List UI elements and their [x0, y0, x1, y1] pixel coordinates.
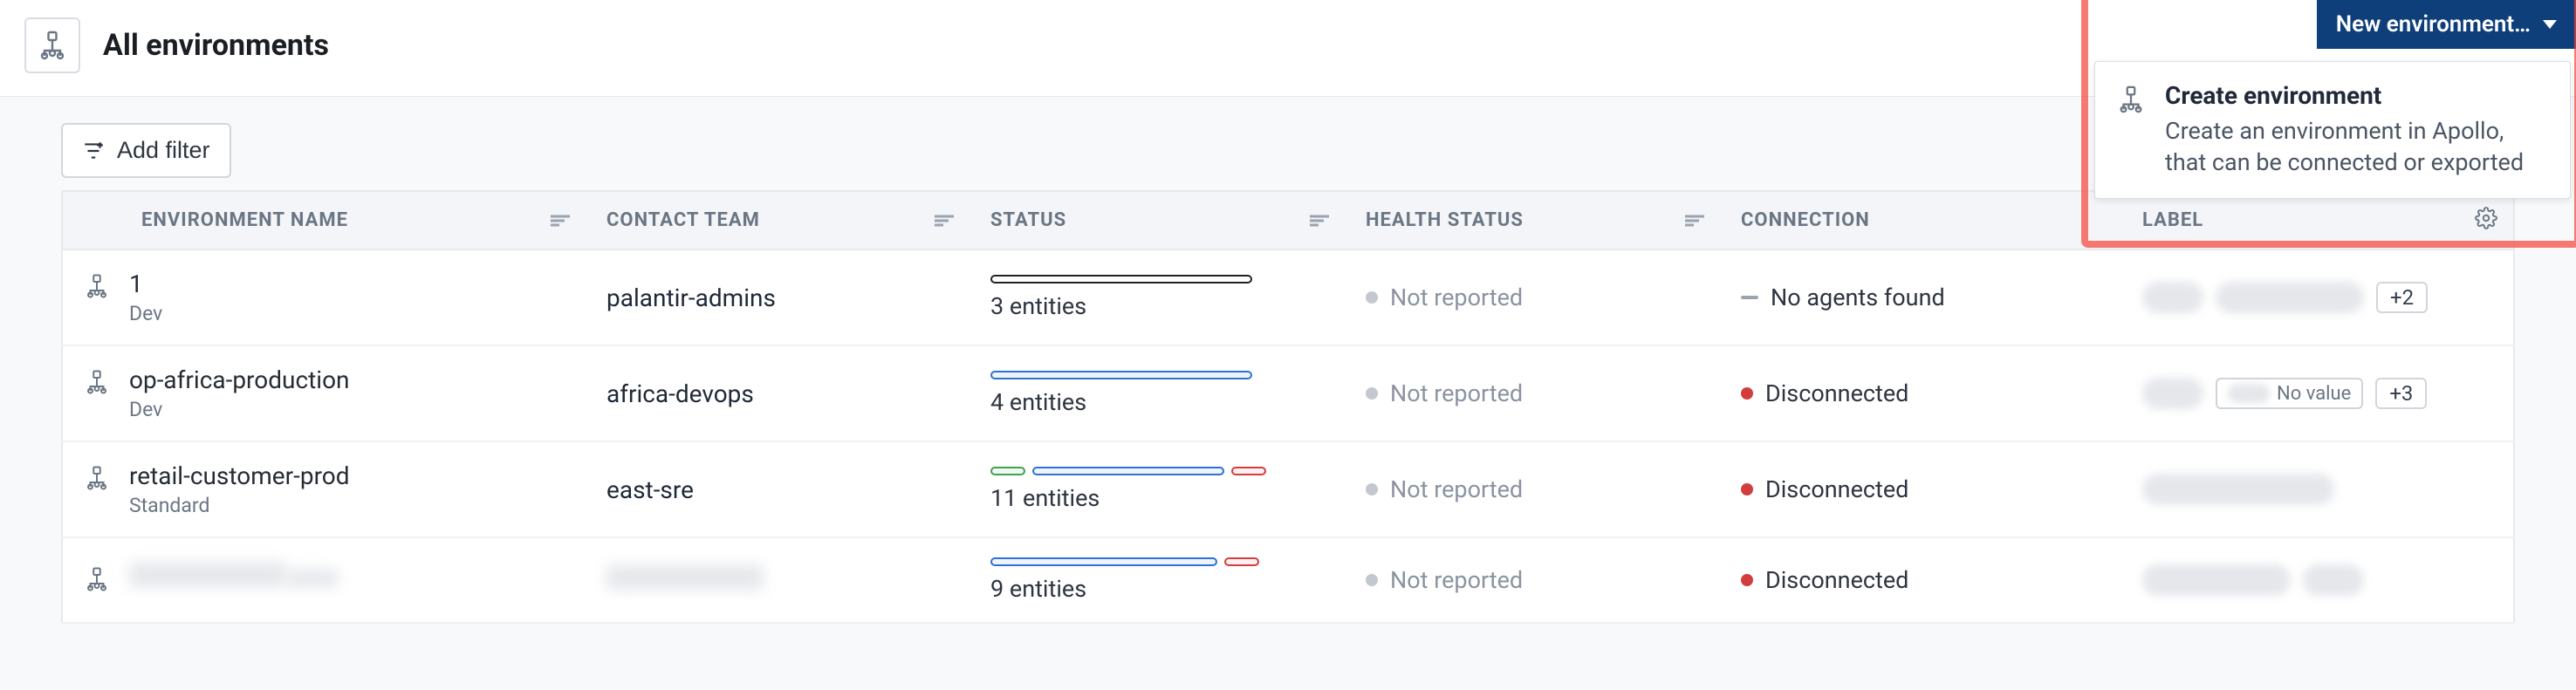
- status-segment: [990, 557, 1217, 566]
- connection-text: Disconnected: [1765, 475, 1908, 503]
- connection-text: Disconnected: [1765, 379, 1908, 407]
- chevron-down-icon: [2543, 20, 2557, 29]
- environment-icon: [84, 465, 110, 497]
- col-environment-name[interactable]: ENVIRONMENT NAME: [62, 191, 586, 249]
- env-name: op-africa-production: [129, 365, 350, 394]
- status-entities: 4 entities: [990, 388, 1324, 416]
- contact-team: east-sre: [606, 475, 694, 504]
- status-bar: [990, 557, 1324, 566]
- status-bar: [990, 371, 1324, 379]
- status-segment: [990, 371, 1252, 379]
- label-pill[interactable]: [2142, 282, 2203, 313]
- label-more[interactable]: +2: [2376, 282, 2428, 313]
- status-bar: [990, 275, 1324, 284]
- connection-text: Disconnected: [1765, 566, 1908, 594]
- health-status-text: Not reported: [1390, 284, 1523, 311]
- sort-icon: [935, 213, 954, 228]
- env-tier: Standard: [129, 494, 350, 517]
- env-tier: Dev: [129, 302, 162, 325]
- environment-icon: [84, 369, 110, 401]
- label-pill[interactable]: [2142, 474, 2334, 505]
- col-status[interactable]: STATUS: [969, 191, 1345, 249]
- table-row[interactable]: op-africa-production Dev africa-devops 4 en…: [62, 345, 2514, 441]
- sort-icon: [1685, 213, 1704, 228]
- health-status-text: Not reported: [1390, 475, 1523, 503]
- popover-title: Create environment: [2165, 81, 2549, 110]
- status-entities: 9 entities: [990, 575, 1324, 603]
- label-pill[interactable]: [2142, 378, 2203, 409]
- popover-description: Create an environment in Apollo, that ca…: [2165, 115, 2549, 179]
- env-name-redacted: [129, 563, 286, 587]
- col-label[interactable]: LABEL: [2121, 191, 2514, 249]
- add-filter-button[interactable]: Add filter: [61, 123, 231, 178]
- sort-icon: [551, 213, 570, 228]
- table-row[interactable]: 1 Dev palantir-admins 3 entities Not reporte…: [62, 249, 2514, 345]
- environment-icon: [2116, 85, 2146, 118]
- status-segment: [1224, 557, 1259, 566]
- label-more[interactable]: +3: [2375, 378, 2427, 409]
- env-tier: Dev: [129, 398, 350, 421]
- label-pill[interactable]: [2142, 564, 2291, 596]
- add-filter-label: Add filter: [117, 137, 210, 164]
- environment-icon: [84, 566, 110, 598]
- status-segment: [1231, 467, 1266, 475]
- new-environment-label: New environment…: [2336, 11, 2531, 38]
- health-status-text: Not reported: [1390, 566, 1523, 594]
- status-segment: [1032, 467, 1224, 475]
- status-segment: [990, 467, 1025, 475]
- environments-icon: [24, 17, 80, 73]
- page-header: All environments New environment… Create…: [0, 0, 2576, 97]
- col-connection[interactable]: CONNECTION: [1720, 191, 2121, 249]
- env-tier-redacted: [286, 570, 339, 587]
- health-dot-icon: [1366, 291, 1378, 304]
- page-title: All environments: [103, 28, 329, 63]
- health-dot-icon: [1366, 574, 1378, 586]
- gear-icon[interactable]: [2475, 207, 2497, 235]
- health-dot-icon: [1366, 483, 1378, 495]
- connection-dot-icon: [1741, 483, 1753, 495]
- health-status-text: Not reported: [1390, 379, 1523, 407]
- filter-icon: [82, 140, 105, 162]
- connection-dot-icon: [1741, 387, 1753, 400]
- environments-table: ENVIRONMENT NAME CONTACT TEAM STATUS HEA…: [61, 190, 2515, 624]
- status-segment: [990, 275, 1252, 284]
- table-header-row: ENVIRONMENT NAME CONTACT TEAM STATUS HEA…: [62, 191, 2514, 249]
- label-pill[interactable]: [2303, 564, 2364, 596]
- connection-dot-icon: [1741, 574, 1753, 586]
- col-health-status[interactable]: HEALTH STATUS: [1345, 191, 1720, 249]
- dash-icon: [1741, 296, 1758, 299]
- table-row[interactable]: retail-customer-prod Standard east-sre 11 e…: [62, 441, 2514, 537]
- sort-icon: [1310, 213, 1329, 228]
- health-dot-icon: [1366, 387, 1378, 400]
- status-entities: 11 entities: [990, 484, 1324, 512]
- col-contact-team[interactable]: CONTACT TEAM: [586, 191, 969, 249]
- env-name: retail-customer-prod: [129, 461, 350, 490]
- environment-icon: [84, 273, 110, 305]
- status-bar: [990, 467, 1324, 475]
- contact-team: africa-devops: [606, 379, 754, 408]
- env-name: 1: [129, 270, 162, 298]
- contact-team: palantir-admins: [606, 284, 776, 312]
- new-environment-button[interactable]: New environment…: [2317, 0, 2576, 49]
- table-row[interactable]: 9 entities Not reported Disconnected: [62, 537, 2514, 623]
- team-redacted: [606, 565, 764, 590]
- status-entities: 3 entities: [990, 292, 1324, 320]
- create-environment-menu-item[interactable]: Create environment Create an environment…: [2094, 61, 2571, 199]
- label-pill[interactable]: [2216, 282, 2364, 313]
- connection-text: No agents found: [1771, 284, 1945, 311]
- label-no-value[interactable]: No value: [2216, 378, 2363, 409]
